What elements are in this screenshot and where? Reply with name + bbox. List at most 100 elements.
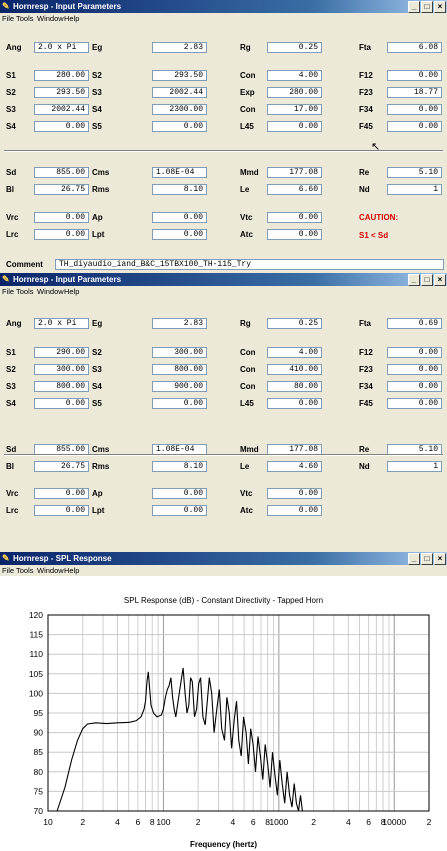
param-field[interactable]: 1 (387, 461, 442, 472)
param-field[interactable]: 5.10 (387, 167, 442, 178)
x-tick-label: 2 (311, 817, 316, 827)
param-field[interactable]: 177.08 (267, 167, 322, 178)
menu-file[interactable]: File (2, 286, 14, 297)
param-field[interactable]: 0.00 (387, 70, 442, 81)
param-field[interactable]: 0.25 (267, 318, 322, 329)
x-tick-label: 8 (150, 817, 155, 827)
param-label: Sd (6, 168, 17, 177)
close-button[interactable]: × (434, 274, 446, 286)
param-field[interactable]: 280.00 (267, 87, 322, 98)
param-field[interactable]: 280.00 (34, 70, 89, 81)
menu-tools[interactable]: Tools (16, 13, 34, 24)
param-field[interactable]: 0.00 (152, 121, 207, 132)
param-field[interactable]: 0.00 (387, 121, 442, 132)
menu-window[interactable]: Window (37, 286, 64, 297)
param-field[interactable]: 0.25 (267, 42, 322, 53)
param-field[interactable]: 0.00 (34, 121, 89, 132)
param-field[interactable]: 1 (387, 184, 442, 195)
param-field[interactable]: 0.00 (267, 488, 322, 499)
param-field[interactable]: 8.10 (152, 184, 207, 195)
menu-file[interactable]: File (2, 565, 14, 576)
param-field[interactable]: 0.00 (267, 121, 322, 132)
param-field[interactable]: 1.08E-04 (152, 167, 207, 178)
param-field[interactable]: 2.0 x Pi (34, 42, 89, 53)
param-field[interactable]: 300.00 (152, 347, 207, 358)
param-field[interactable]: 293.50 (152, 70, 207, 81)
param-field[interactable]: 4.60 (267, 461, 322, 472)
menu-window[interactable]: Window (37, 13, 64, 24)
param-field[interactable]: 6.60 (267, 184, 322, 195)
comment-field[interactable]: TH_diyaudio_iand_B&C_15TBX100_TH-115_Try (55, 259, 444, 270)
param-field[interactable]: 0.00 (387, 381, 442, 392)
minimize-button[interactable]: _ (408, 553, 420, 565)
mouse-cursor-icon: ↖ (371, 141, 381, 153)
param-field[interactable]: 800.00 (152, 364, 207, 375)
param-field[interactable]: 0.00 (152, 229, 207, 240)
param-field[interactable]: 0.00 (152, 212, 207, 223)
menu-file[interactable]: File (2, 13, 14, 24)
close-button[interactable]: × (434, 1, 446, 13)
param-field[interactable]: 0.00 (34, 488, 89, 499)
param-field[interactable]: 0.00 (267, 229, 322, 240)
param-field[interactable]: 0.00 (34, 212, 89, 223)
param-field[interactable]: 80.00 (267, 381, 322, 392)
param-field[interactable]: 0.00 (387, 364, 442, 375)
comment-label: Comment (6, 260, 43, 269)
param-field[interactable]: 293.50 (34, 87, 89, 98)
title-bar[interactable]: ✎ Hornresp - Input Parameters _ □ × (0, 0, 447, 13)
title-bar[interactable]: ✎ Hornresp - SPL Response _ □ × (0, 552, 447, 565)
param-field[interactable]: 0.00 (152, 505, 207, 516)
param-field[interactable]: 900.00 (152, 381, 207, 392)
param-field[interactable]: 855.00 (34, 167, 89, 178)
param-field[interactable]: 0.00 (34, 398, 89, 409)
menu-tools[interactable]: Tools (16, 565, 34, 576)
param-field[interactable]: 0.00 (267, 398, 322, 409)
menu-help[interactable]: Help (64, 13, 79, 24)
param-field[interactable]: 0.00 (34, 505, 89, 516)
param-label: Con (240, 105, 256, 114)
param-field[interactable]: 0.00 (267, 505, 322, 516)
menu-help[interactable]: Help (64, 286, 79, 297)
maximize-button[interactable]: □ (421, 1, 433, 13)
menu-window[interactable]: Window (37, 565, 64, 576)
param-field[interactable]: 26.75 (34, 184, 89, 195)
param-field[interactable]: 2.0 x Pi (34, 318, 89, 329)
x-tick-label: 6 (135, 817, 140, 827)
x-tick-label: 100 (156, 817, 170, 827)
param-label: Mmd (240, 168, 259, 177)
close-button[interactable]: × (434, 553, 446, 565)
param-field[interactable]: 0.00 (387, 104, 442, 115)
param-label: F12 (359, 71, 373, 80)
param-field[interactable]: 18.77 (387, 87, 442, 98)
param-field[interactable]: 300.00 (34, 364, 89, 375)
param-label: F23 (359, 365, 373, 374)
maximize-button[interactable]: □ (421, 274, 433, 286)
param-field[interactable]: 8.10 (152, 461, 207, 472)
param-field[interactable]: 0.00 (387, 347, 442, 358)
menu-tools[interactable]: Tools (16, 286, 34, 297)
maximize-button[interactable]: □ (421, 553, 433, 565)
param-field[interactable]: 0.00 (152, 398, 207, 409)
minimize-button[interactable]: _ (408, 274, 420, 286)
param-field[interactable]: 6.08 (387, 42, 442, 53)
param-field[interactable]: 2.83 (152, 318, 207, 329)
param-field[interactable]: 800.00 (34, 381, 89, 392)
param-field[interactable]: 4.00 (267, 347, 322, 358)
param-field[interactable]: 2002.44 (34, 104, 89, 115)
param-field[interactable]: 26.75 (34, 461, 89, 472)
param-field[interactable]: 2.83 (152, 42, 207, 53)
param-field[interactable]: 410.00 (267, 364, 322, 375)
menu-help[interactable]: Help (64, 565, 79, 576)
title-bar[interactable]: ✎ Hornresp - Input Parameters _ □ × (0, 273, 447, 286)
param-field[interactable]: 2002.44 (152, 87, 207, 98)
param-field[interactable]: 2300.00 (152, 104, 207, 115)
param-field[interactable]: 17.00 (267, 104, 322, 115)
param-field[interactable]: 4.00 (267, 70, 322, 81)
minimize-button[interactable]: _ (408, 1, 420, 13)
param-field[interactable]: 0.00 (387, 398, 442, 409)
param-field[interactable]: 0.00 (267, 212, 322, 223)
param-field[interactable]: 0.00 (152, 488, 207, 499)
param-field[interactable]: 0.00 (34, 229, 89, 240)
param-field[interactable]: 0.69 (387, 318, 442, 329)
param-field[interactable]: 290.00 (34, 347, 89, 358)
